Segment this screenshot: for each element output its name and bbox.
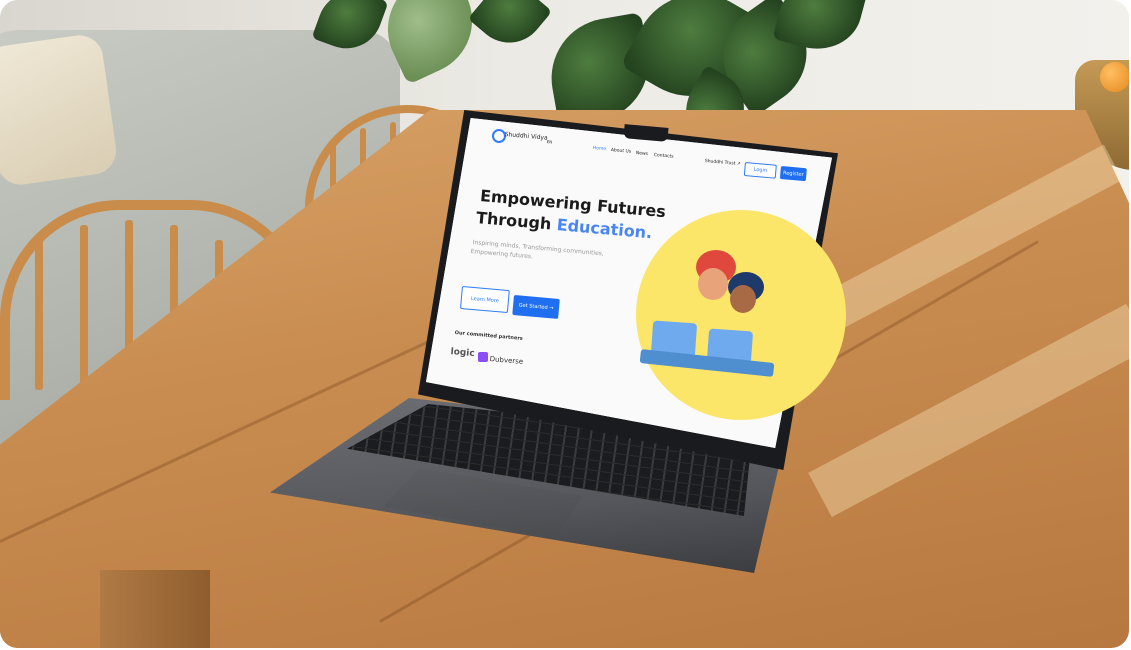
nav-home[interactable]: Home <box>593 146 607 152</box>
login-button[interactable]: Login <box>743 162 777 179</box>
kid-face <box>730 285 756 313</box>
language-select[interactable]: EN <box>547 139 553 144</box>
orange <box>1100 62 1129 92</box>
nav-news[interactable]: News <box>636 151 649 157</box>
chair-slat <box>35 240 43 390</box>
kid-face <box>698 268 728 300</box>
cushion <box>0 32 120 188</box>
dubverse-logo-icon <box>478 352 488 362</box>
table-leg <box>100 570 210 648</box>
partner-logic-logo[interactable]: logic <box>450 347 475 359</box>
hero-illustration-circle <box>636 210 846 420</box>
get-started-button[interactable]: Get Started → <box>512 295 560 319</box>
learn-more-button[interactable]: Learn More <box>459 286 510 314</box>
chair-slat <box>80 225 88 390</box>
photo-scene: Shuddhi Vidya EN Home About Us News Cont… <box>0 0 1129 648</box>
register-button[interactable]: Register <box>779 166 807 182</box>
